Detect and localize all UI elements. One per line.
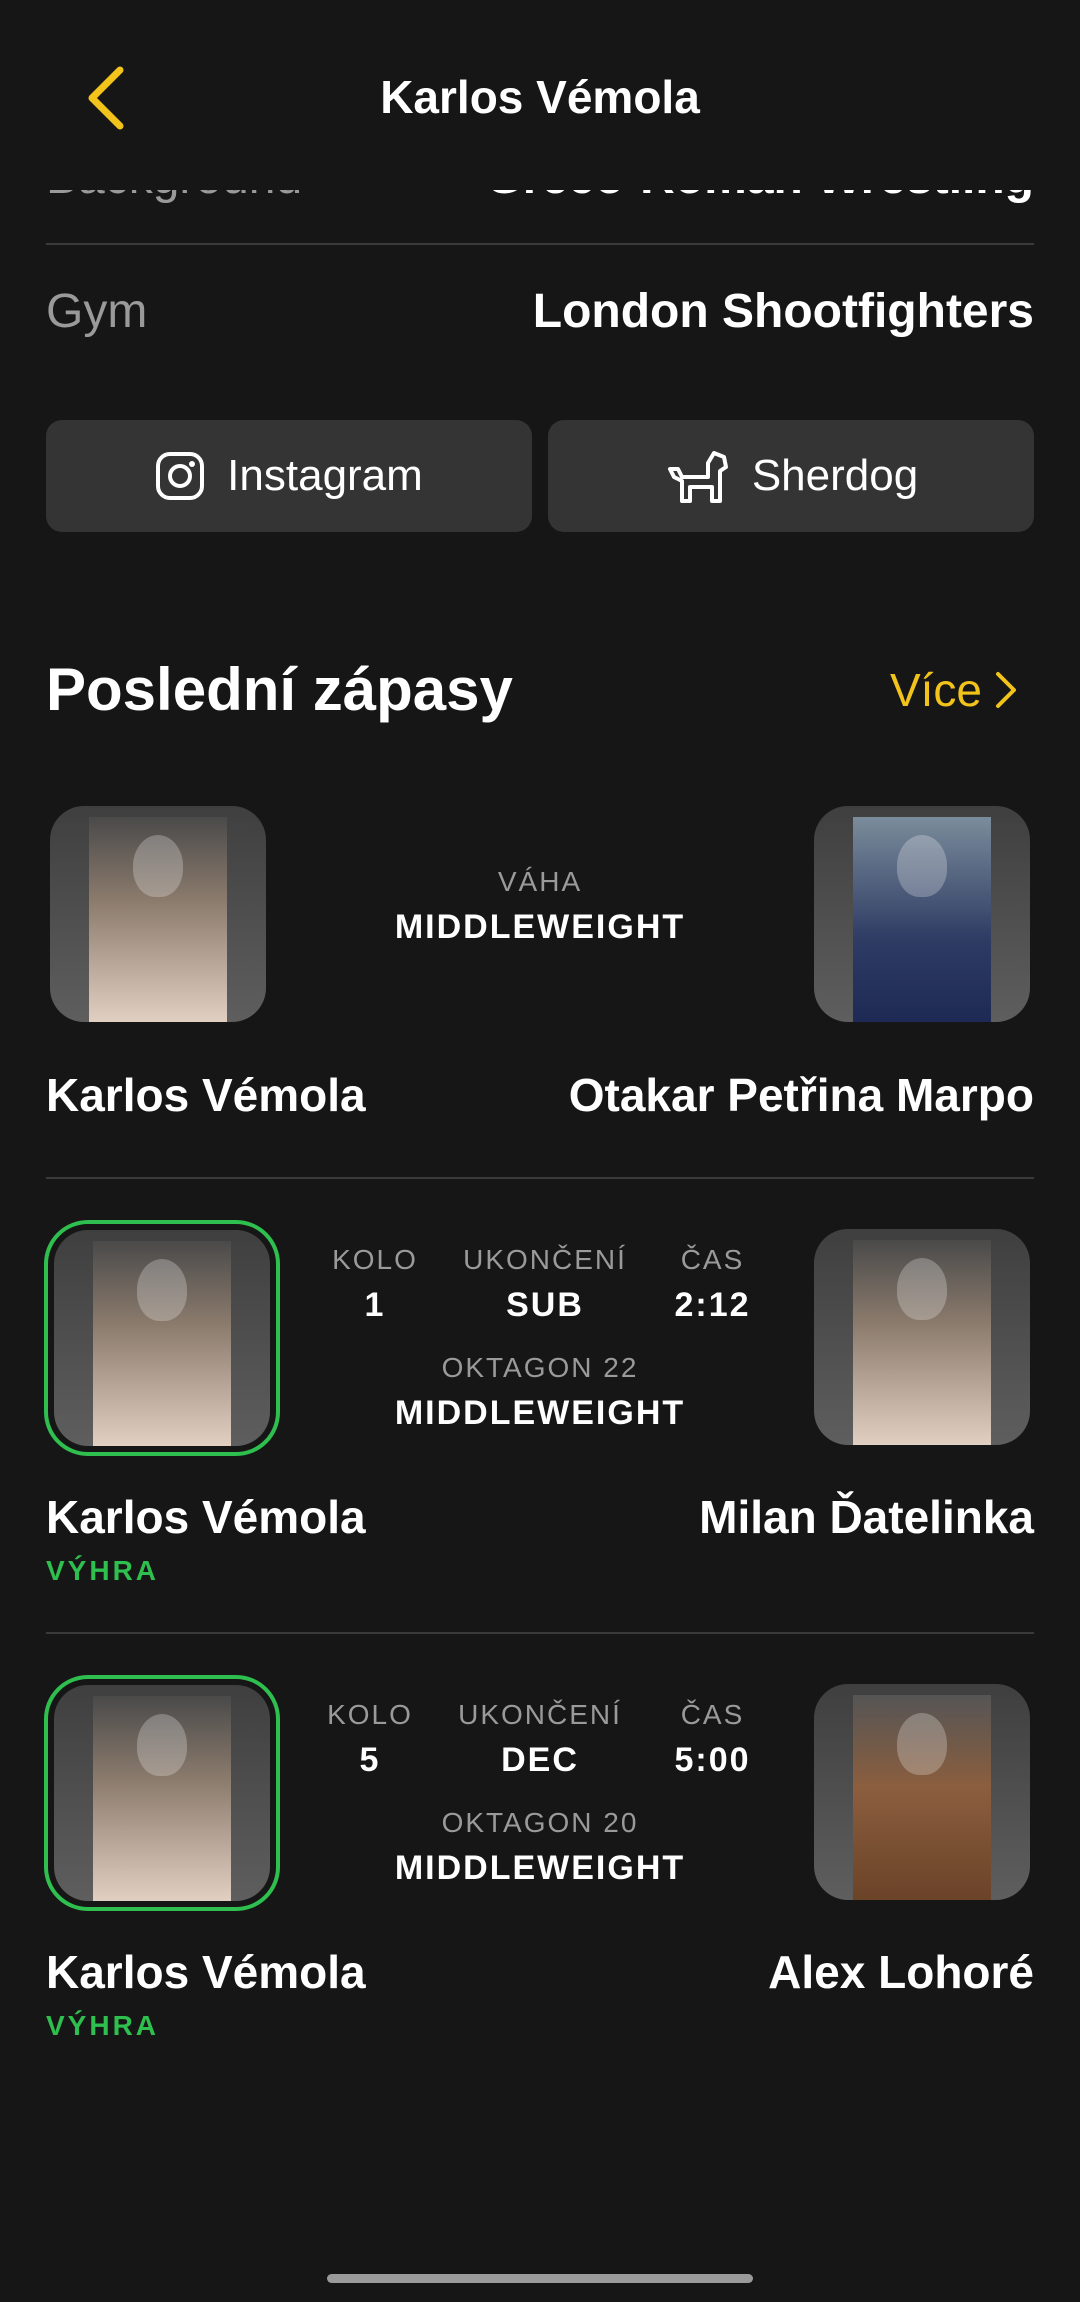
- gym-value: London Shootfighters: [532, 285, 1034, 338]
- fighter-avatar-right: [814, 1229, 1030, 1445]
- time-value: 5:00: [674, 1741, 751, 1779]
- fighter-photo: [853, 817, 991, 1022]
- weight-class: MIDDLEWEIGHT: [394, 1394, 686, 1432]
- fighter-name-left: Karlos Vémola: [46, 1069, 366, 1121]
- instagram-button[interactable]: Instagram: [46, 420, 532, 532]
- round-value: 1: [364, 1286, 386, 1324]
- fighter-name-right: Alex Lohoré: [768, 1946, 1034, 1998]
- fighter-avatar-right: [814, 806, 1030, 1022]
- event-name: OKTAGON 22: [441, 1352, 639, 1383]
- more-label: Více: [889, 664, 982, 716]
- method-value: SUB: [506, 1286, 584, 1324]
- time-value: 2:12: [674, 1286, 751, 1324]
- gym-label: Gym: [46, 285, 148, 338]
- fighter-photo: [93, 1696, 231, 1901]
- instagram-icon: [156, 452, 205, 500]
- fighter-avatar-left: [44, 1220, 280, 1456]
- fighter-name-right: Otakar Petřina Marpo: [568, 1069, 1034, 1121]
- instagram-label: Instagram: [227, 451, 423, 500]
- page-title: Karlos Vémola: [380, 71, 700, 123]
- fighter-avatar-left: [44, 1675, 280, 1911]
- weight-label: VÁHA: [497, 866, 583, 897]
- method-value: DEC: [501, 1741, 579, 1779]
- section-title: Poslední zápasy: [46, 656, 513, 723]
- divider: [46, 1177, 1034, 1179]
- time-label: ČAS: [680, 1244, 745, 1275]
- weight-class: MIDDLEWEIGHT: [394, 1849, 686, 1887]
- fighter-avatar-right: [814, 1684, 1030, 1900]
- sherdog-label: Sherdog: [751, 451, 919, 500]
- top-bar: Karlos Vémola: [0, 0, 1080, 190]
- weight-class: MIDDLEWEIGHT: [394, 908, 686, 946]
- event-name: OKTAGON 20: [441, 1807, 639, 1838]
- sherdog-button[interactable]: Sherdog: [548, 420, 1034, 532]
- result-badge: VÝHRA: [46, 2010, 160, 2041]
- method-label: UKONČENÍ: [463, 1244, 627, 1275]
- fighter-name-left: Karlos Vémola: [46, 1491, 366, 1543]
- fighter-photo: [93, 1241, 231, 1446]
- round-label: KOLO: [327, 1699, 413, 1730]
- round-label: KOLO: [332, 1244, 418, 1275]
- fighter-photo: [853, 1695, 991, 1900]
- round-value: 5: [359, 1741, 381, 1779]
- fighter-photo: [89, 817, 227, 1022]
- divider: [46, 1632, 1034, 1634]
- time-label: ČAS: [680, 1699, 745, 1730]
- fighter-photo: [853, 1240, 991, 1445]
- home-indicator[interactable]: [327, 2274, 753, 2283]
- fighter-name-left: Karlos Vémola: [46, 1946, 366, 1998]
- divider: [46, 243, 1034, 245]
- chevron-right-icon: [996, 672, 1016, 708]
- dog-icon: [667, 451, 728, 503]
- result-badge: VÝHRA: [46, 1555, 160, 1586]
- fighter-name-right: Milan Ďatelinka: [699, 1491, 1034, 1543]
- more-link[interactable]: Více: [890, 663, 1018, 717]
- fighter-avatar-left: [50, 806, 266, 1022]
- method-label: UKONČENÍ: [458, 1699, 622, 1730]
